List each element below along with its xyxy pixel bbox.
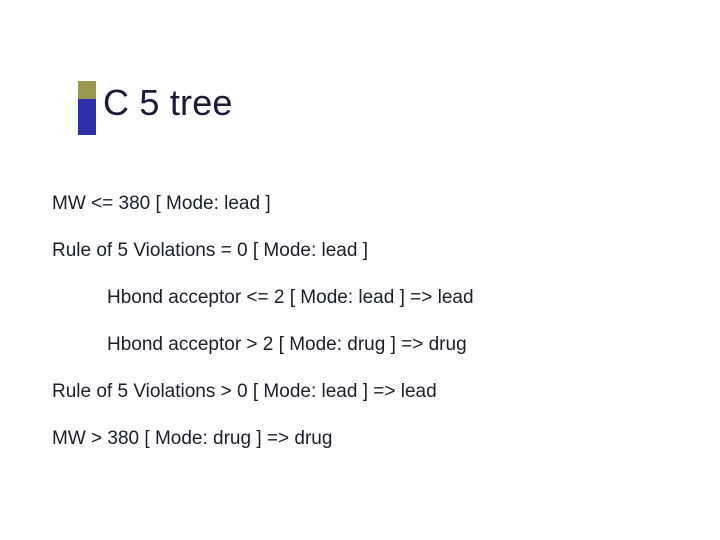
rule-line: Rule of 5 Violations > 0 [ Mode: lead ] …	[52, 378, 670, 406]
bullet-square-top	[78, 81, 96, 99]
rule-line: Hbond acceptor <= 2 [ Mode: lead ] => le…	[52, 284, 670, 312]
rule-line: MW <= 380 [ Mode: lead ]	[52, 190, 670, 218]
bullet-rect-bottom	[78, 99, 96, 135]
slide-body: MW <= 380 [ Mode: lead ] Rule of 5 Viola…	[52, 190, 670, 472]
rule-line: Rule of 5 Violations = 0 [ Mode: lead ]	[52, 237, 670, 265]
slide: C 5 tree MW <= 380 [ Mode: lead ] Rule o…	[0, 0, 720, 540]
slide-title: C 5 tree	[103, 82, 233, 124]
rule-line: Hbond acceptor > 2 [ Mode: drug ] => dru…	[52, 331, 670, 359]
rule-line: MW > 380 [ Mode: drug ] => drug	[52, 425, 670, 453]
title-bullet-icon	[78, 81, 96, 135]
